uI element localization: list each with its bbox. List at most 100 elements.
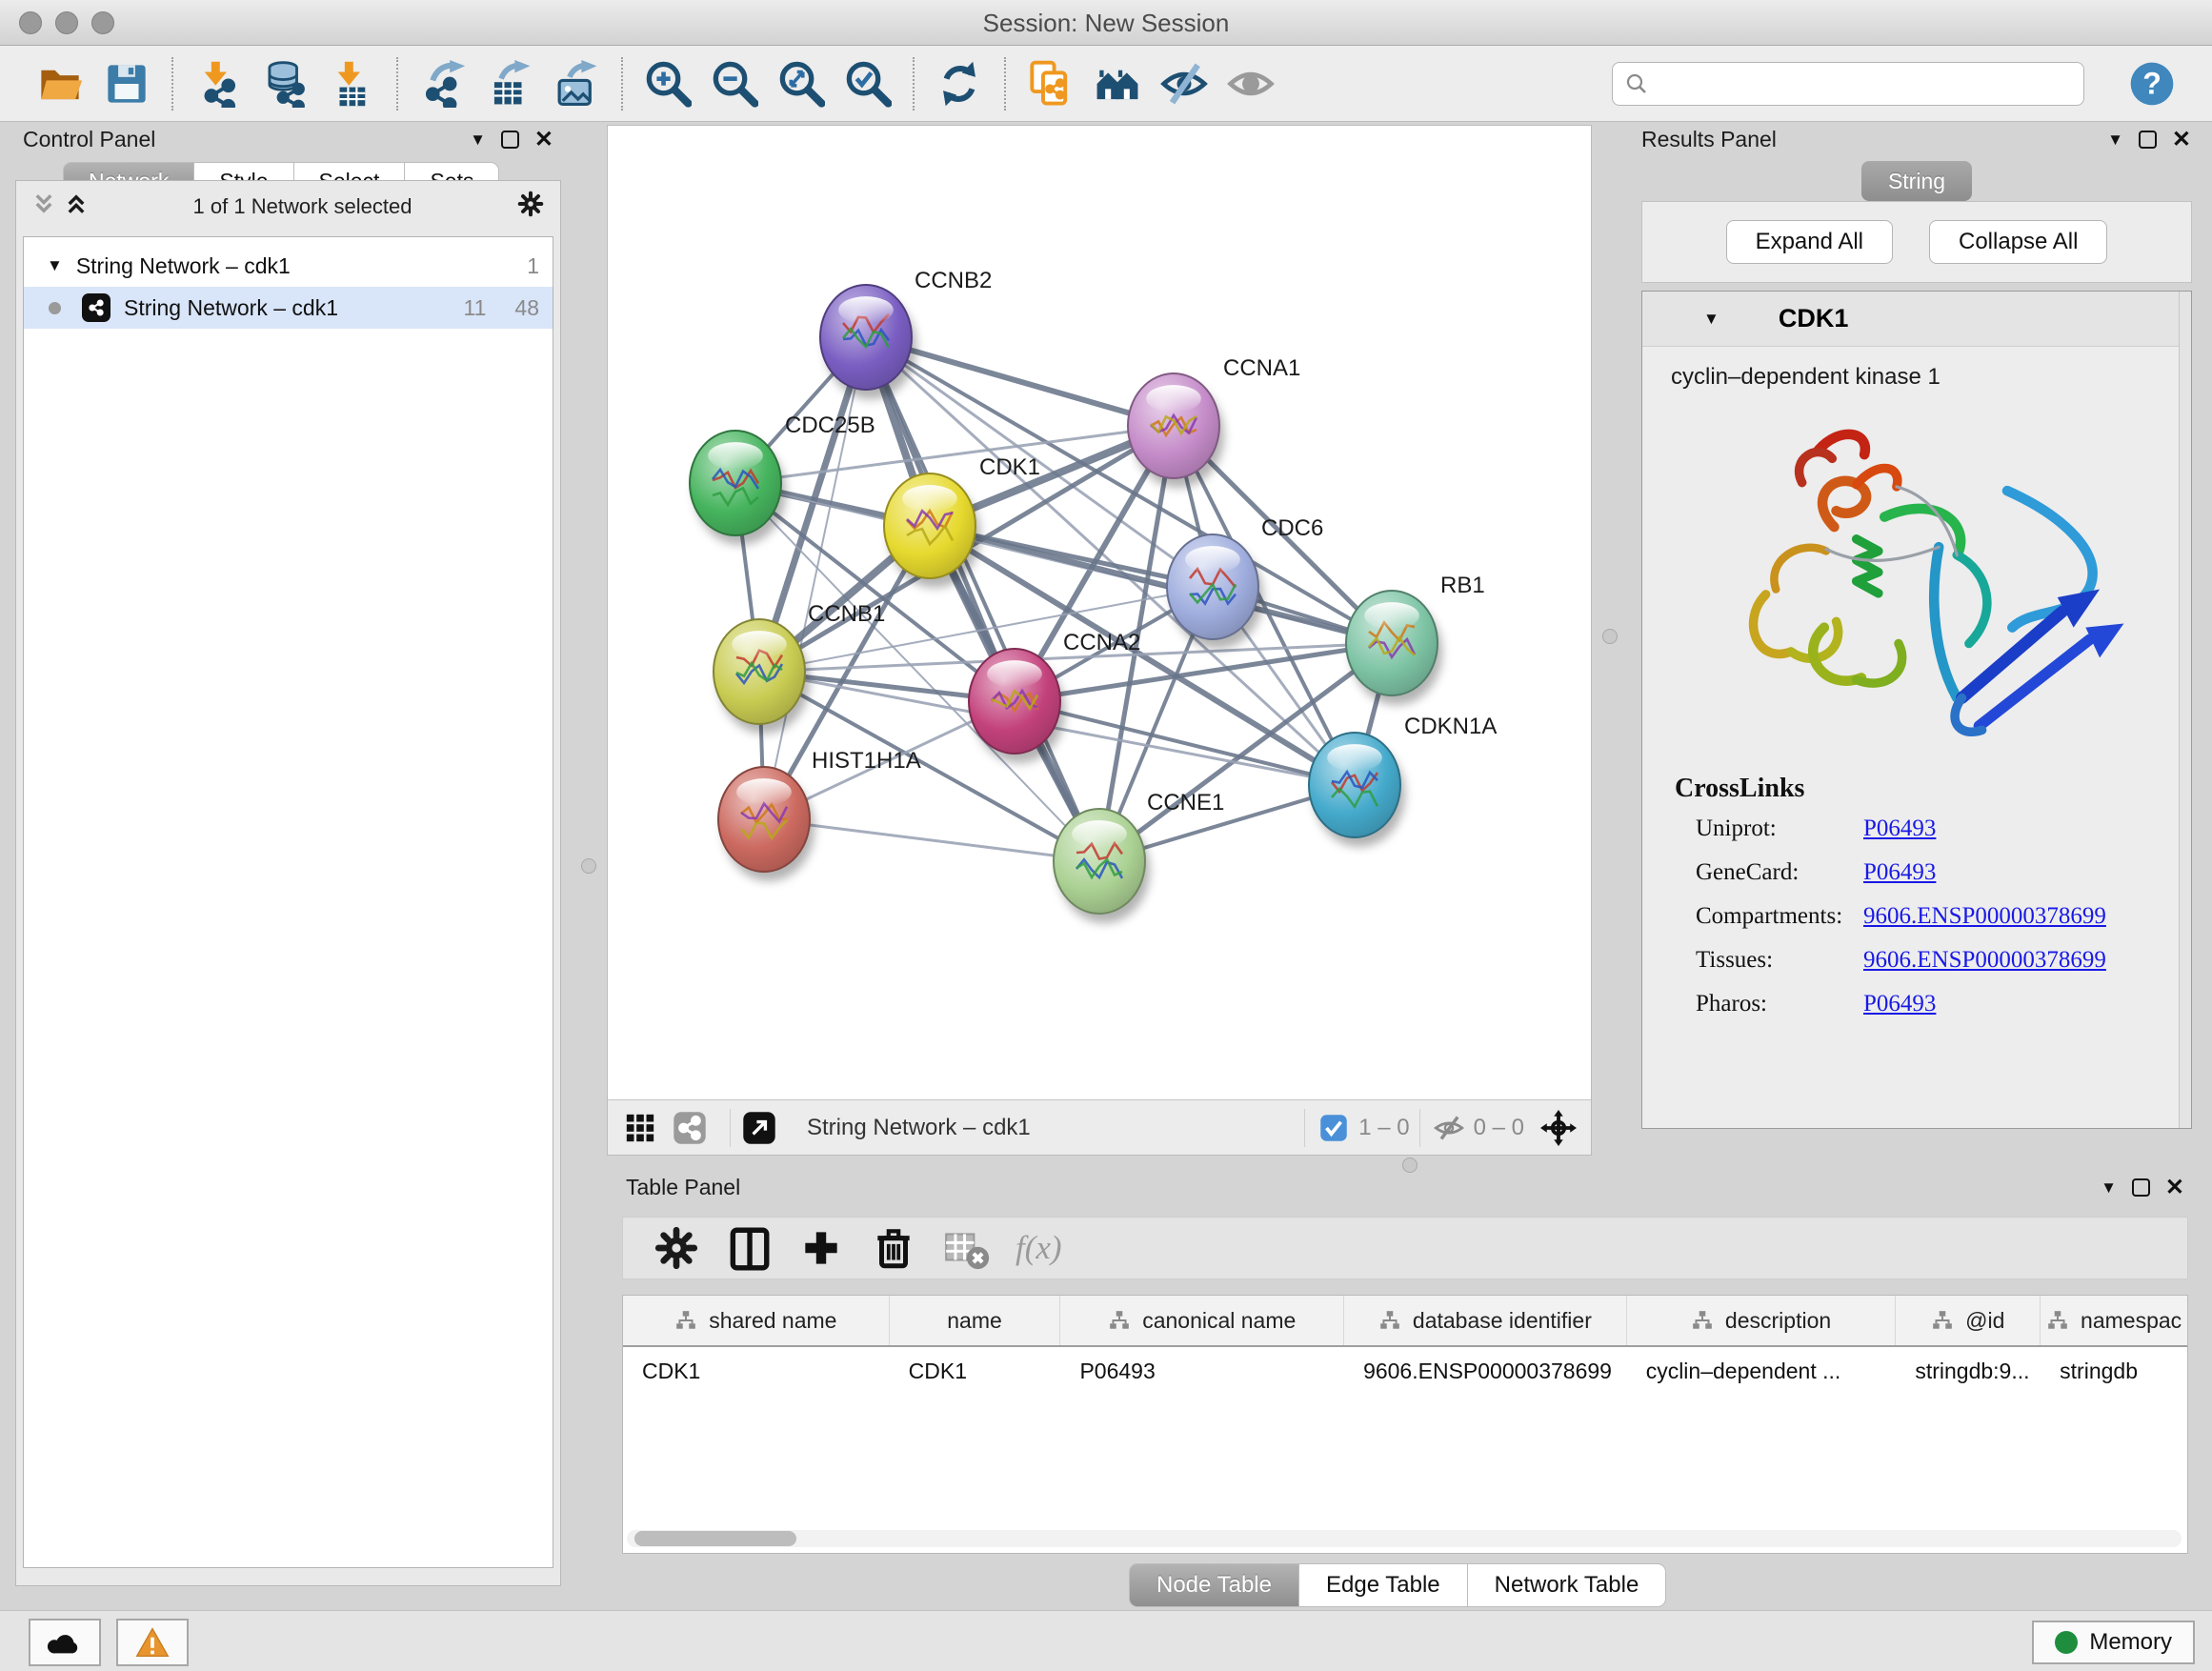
crosslink-link[interactable]: P06493 [1863, 859, 1936, 886]
memory-button[interactable]: Memory [2032, 1621, 2195, 1664]
cell-shared-name[interactable]: CDK1 [623, 1359, 890, 1384]
tab-network-table[interactable]: Network Table [1468, 1563, 1667, 1607]
crosslink-link[interactable]: 9606.ENSP00000378699 [1863, 947, 2106, 974]
collapse-all-networks-icon[interactable] [64, 191, 89, 222]
open-session-button[interactable] [33, 57, 87, 111]
column-header-id[interactable]: @id [1896, 1296, 2041, 1345]
network-node-CDC6[interactable]: CDC6 [1167, 515, 1323, 649]
gene-collapse-caret-icon[interactable]: ▼ [1703, 310, 1719, 329]
crosslink-link[interactable]: 9606.ENSP00000378699 [1863, 903, 2106, 930]
delete-table-button[interactable] [939, 1221, 993, 1275]
table-horizontal-scrollbar[interactable] [627, 1530, 2182, 1547]
collapse-all-button[interactable]: Collapse All [1929, 220, 2107, 264]
save-session-button[interactable] [100, 57, 153, 111]
birds-eye-view-icon[interactable] [621, 1109, 659, 1147]
open-in-window-icon[interactable] [740, 1109, 778, 1147]
network-node-CCNE1[interactable]: CCNE1 [1054, 790, 1224, 923]
cell-database-identifier[interactable]: 9606.ENSP00000378699 [1344, 1359, 1627, 1384]
network-node-CDKN1A[interactable]: CDKN1A [1309, 714, 1497, 847]
cloud-status-button[interactable] [29, 1619, 101, 1666]
table-row[interactable]: CDK1 CDK1 P06493 9606.ENSP00000378699 cy… [623, 1347, 2187, 1395]
horizontal-splitter-handle[interactable] [1402, 1158, 1418, 1173]
network-node-CCNB2[interactable]: CCNB2 [820, 268, 992, 399]
cell-namespace[interactable]: stringdb [2041, 1359, 2187, 1384]
tab-node-table[interactable]: Node Table [1129, 1563, 1299, 1607]
network-node-HIST1H1A[interactable]: HIST1H1A [718, 748, 921, 881]
column-header-namespace[interactable]: namespac [2041, 1296, 2187, 1345]
import-network-from-database-button[interactable] [258, 57, 312, 111]
minimize-window-button[interactable] [55, 11, 78, 34]
column-header-canonical-name[interactable]: canonical name [1060, 1296, 1344, 1345]
export-table-button[interactable] [483, 57, 536, 111]
close-panel-icon[interactable]: ✕ [534, 131, 553, 149]
gene-header-row[interactable]: ▼ CDK1 [1642, 292, 2191, 347]
results-scrollbar[interactable] [2179, 292, 2191, 1128]
apply-layout-button[interactable] [933, 57, 986, 111]
cell-name[interactable]: CDK1 [890, 1359, 1061, 1384]
column-header-name[interactable]: name [890, 1296, 1061, 1345]
table-options-button[interactable] [650, 1221, 703, 1275]
network-canvas[interactable]: CCNB2CCNA1CDC25BCDK1CDC6RB1CCNB1CCNA2CDK… [608, 126, 1591, 1099]
network-collection-row[interactable]: ▼ String Network – cdk1 1 [24, 245, 553, 287]
scrollbar-thumb[interactable] [634, 1531, 796, 1546]
expand-all-networks-icon[interactable] [31, 191, 56, 222]
pan-crosshair-icon[interactable] [1539, 1109, 1578, 1147]
cell-canonical-name[interactable]: P06493 [1060, 1359, 1344, 1384]
import-table-icon [328, 60, 375, 108]
create-column-button[interactable] [794, 1221, 848, 1275]
copy-network-button[interactable] [1024, 57, 1077, 111]
close-panel-icon[interactable]: ✕ [2172, 131, 2191, 149]
network-edge[interactable] [866, 337, 1099, 861]
warning-status-button[interactable] [116, 1619, 189, 1666]
zoom-in-button[interactable] [641, 57, 694, 111]
hide-selected-button[interactable] [1157, 57, 1211, 111]
network-node-count: 11 [464, 295, 487, 321]
show-column-button[interactable] [722, 1221, 775, 1275]
zoom-selected-button[interactable] [841, 57, 895, 111]
crosslink-link[interactable]: P06493 [1863, 815, 1936, 842]
column-header-description[interactable]: description [1627, 1296, 1897, 1345]
tab-string[interactable]: String [1861, 161, 1972, 201]
float-panel-icon[interactable] [501, 131, 519, 149]
float-panel-icon[interactable] [2132, 1178, 2150, 1197]
network-label: String Network – cdk1 [124, 295, 338, 321]
column-header-shared-name[interactable]: shared name [623, 1296, 890, 1345]
string-view-toggle-icon[interactable] [671, 1109, 709, 1147]
export-network-button[interactable] [416, 57, 470, 111]
cell-id[interactable]: stringdb:9... [1896, 1359, 2041, 1384]
network-edge[interactable] [930, 526, 1392, 643]
close-panel-icon[interactable]: ✕ [2165, 1178, 2184, 1197]
selected-checkbox[interactable] [1315, 1109, 1353, 1147]
import-network-button[interactable] [191, 57, 245, 111]
close-window-button[interactable] [19, 11, 42, 34]
node-label: CCNB1 [808, 601, 885, 627]
search-input[interactable] [1612, 62, 2084, 106]
right-splitter-handle[interactable] [1602, 629, 1618, 644]
crosslink-link[interactable]: P06493 [1863, 991, 1936, 1017]
expand-all-button[interactable]: Expand All [1726, 220, 1893, 264]
tab-edge-table[interactable]: Edge Table [1299, 1563, 1468, 1607]
cell-description[interactable]: cyclin–dependent ... [1627, 1359, 1897, 1384]
delete-column-button[interactable] [867, 1221, 920, 1275]
eye-icon [1227, 60, 1275, 108]
network-node-RB1[interactable]: RB1 [1346, 573, 1485, 705]
import-table-button[interactable] [325, 57, 378, 111]
column-header-database-identifier[interactable]: database identifier [1344, 1296, 1627, 1345]
show-all-networks-button[interactable] [1091, 57, 1144, 111]
zoom-fit-button[interactable] [774, 57, 828, 111]
zoom-out-button[interactable] [708, 57, 761, 111]
collection-caret-icon[interactable]: ▼ [47, 256, 63, 275]
zoom-window-button[interactable] [91, 11, 114, 34]
export-image-button[interactable] [550, 57, 603, 111]
panel-menu-icon[interactable]: ▼ [2101, 1178, 2117, 1198]
panel-menu-icon[interactable]: ▼ [470, 131, 486, 150]
hidden-eye-slash-icon[interactable] [1430, 1109, 1468, 1147]
network-options-gear-icon[interactable] [516, 190, 545, 224]
show-hidden-button[interactable] [1224, 57, 1277, 111]
help-button[interactable]: ? [2125, 57, 2179, 111]
left-splitter-handle[interactable] [581, 858, 596, 874]
function-builder-button[interactable]: f(x) [1016, 1229, 1062, 1267]
float-panel-icon[interactable] [2139, 131, 2157, 149]
panel-menu-icon[interactable]: ▼ [2107, 131, 2123, 150]
network-row[interactable]: String Network – cdk1 11 48 [24, 287, 553, 329]
